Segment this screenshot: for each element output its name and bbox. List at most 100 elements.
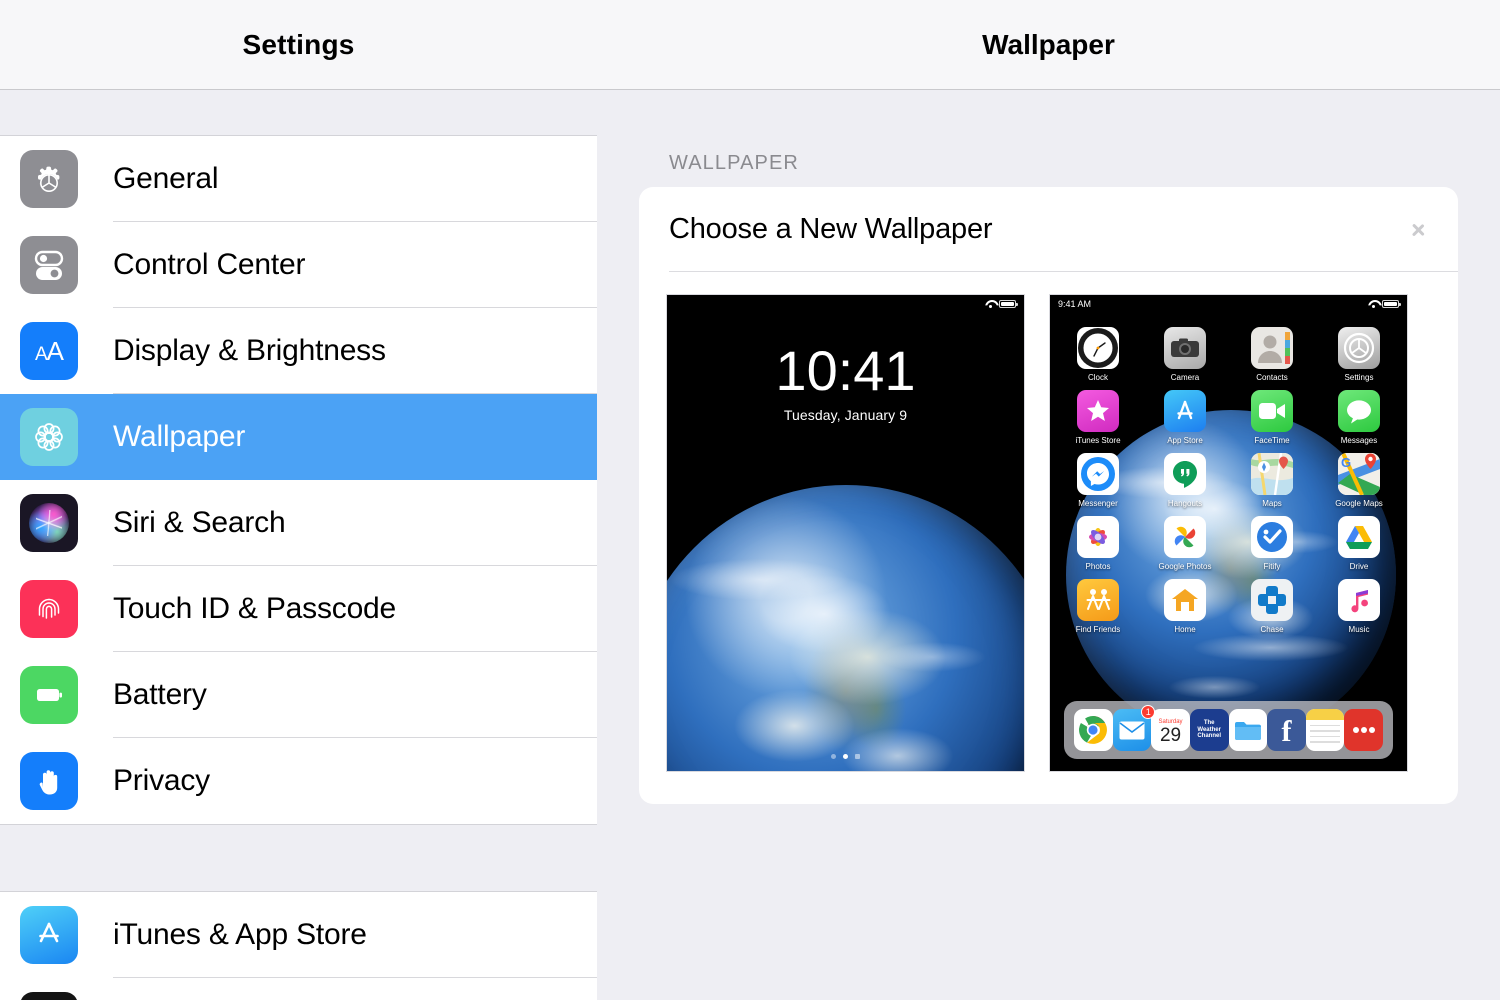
settings-app-icon xyxy=(1338,327,1380,369)
section-header-wallpaper: WALLPAPER xyxy=(669,152,799,174)
battery-icon xyxy=(20,666,78,724)
sidebar-item-label: Privacy xyxy=(113,764,210,797)
page-dot xyxy=(831,754,836,759)
hand-icon xyxy=(20,752,78,810)
chase-app-icon xyxy=(1251,579,1293,621)
wallpaper-card: Choose a New Wallpaper 10:41 Tuesday, Ja… xyxy=(639,187,1458,804)
wc-line2: Weather xyxy=(1197,726,1221,733)
app-settings[interactable]: Settings xyxy=(1325,327,1393,382)
sidebar-item-label: Control Center xyxy=(113,248,306,281)
app-find-friends[interactable]: Find Friends xyxy=(1064,579,1132,634)
dock-app-mail[interactable]: 1 xyxy=(1112,705,1156,751)
find-friends-app-icon xyxy=(1077,579,1119,621)
app-app-store[interactable]: App Store xyxy=(1151,390,1219,445)
sidebar-item-control-center[interactable]: Control Center xyxy=(0,222,597,308)
app-home[interactable]: Home xyxy=(1151,579,1219,634)
app-label: Fitify xyxy=(1263,562,1281,571)
partial-app-icon xyxy=(20,992,78,1000)
sidebar-item-touch-id-passcode[interactable]: Touch ID & Passcode xyxy=(0,566,597,652)
sidebar-item-display-brightness[interactable]: AA Display & Brightness xyxy=(0,308,597,394)
app-label: Clock xyxy=(1087,373,1108,382)
app-music[interactable]: Music xyxy=(1325,579,1393,634)
lock-status-bar xyxy=(667,295,1024,312)
sidebar-item-general[interactable]: General xyxy=(0,136,597,222)
sidebar-group-1: General Control Center AA Display & Brig… xyxy=(0,136,597,824)
fingerprint-icon xyxy=(20,580,78,638)
fitify-app-icon xyxy=(1251,516,1293,558)
messenger-app-icon xyxy=(1077,453,1119,495)
dock-app-chrome[interactable] xyxy=(1074,709,1113,751)
home-dock: 1 Saturday 29 The Weather Channel f xyxy=(1064,701,1393,759)
sidebar-title: Settings xyxy=(242,28,355,60)
sidebar-item-itunes-app-store[interactable]: iTunes & App Store xyxy=(0,892,597,978)
sidebar-item-wallpaper[interactable]: Wallpaper xyxy=(0,394,597,480)
flower-rosette-icon xyxy=(20,408,78,466)
choose-new-wallpaper-row[interactable]: Choose a New Wallpaper xyxy=(639,187,1458,271)
sidebar-item-label: Siri & Search xyxy=(113,506,286,539)
battery-icon xyxy=(1382,299,1401,308)
files-app-icon xyxy=(1228,709,1268,751)
app-drive[interactable]: Drive xyxy=(1325,516,1393,571)
chrome-app-icon xyxy=(1074,709,1113,751)
app-label: Contacts xyxy=(1256,373,1288,382)
app-itunes-store[interactable]: iTunes Store xyxy=(1064,390,1132,445)
dock-app-facebook[interactable]: f xyxy=(1267,709,1306,751)
page-indicator-dots xyxy=(667,754,1024,759)
earth-image xyxy=(667,485,1024,771)
red-dots-app-icon xyxy=(1344,709,1383,751)
dock-app-calendar[interactable]: Saturday 29 xyxy=(1151,709,1190,751)
app-maps[interactable]: Maps xyxy=(1238,453,1306,508)
notes-app-icon xyxy=(1305,709,1345,751)
app-label: Drive xyxy=(1349,562,1369,571)
app-fitify[interactable]: Fitify xyxy=(1238,516,1306,571)
dock-app-notes[interactable] xyxy=(1305,709,1345,751)
page-dot-today xyxy=(855,754,860,759)
app-label: iTunes Store xyxy=(1075,436,1121,445)
siri-orb-icon xyxy=(20,494,78,552)
dock-app-files[interactable] xyxy=(1228,709,1268,751)
app-contacts[interactable]: Contacts xyxy=(1238,327,1306,382)
app-facetime[interactable]: FaceTime xyxy=(1238,390,1306,445)
clock-app-icon xyxy=(1077,327,1119,369)
detail-body: WALLPAPER Choose a New Wallpaper 10:41 T… xyxy=(597,152,1500,804)
sidebar-item-partial[interactable] xyxy=(0,978,597,1000)
app-google-photos[interactable]: Google Photos xyxy=(1151,516,1219,571)
app-photos[interactable]: Photos xyxy=(1064,516,1132,571)
app-label: App Store xyxy=(1167,436,1203,445)
app-label: Chase xyxy=(1260,625,1284,634)
sidebar-item-siri-search[interactable]: Siri & Search xyxy=(0,480,597,566)
app-clock[interactable]: Clock xyxy=(1064,327,1132,382)
sidebar-scroll-area[interactable]: General Control Center AA Display & Brig… xyxy=(0,90,597,1000)
itunes-store-app-icon xyxy=(1077,390,1119,432)
home-status-bar: 9:41 AM xyxy=(1050,295,1407,312)
wallpaper-detail-pane: Wallpaper WALLPAPER Choose a New Wallpap… xyxy=(597,0,1500,1000)
app-messages[interactable]: Messages xyxy=(1325,390,1393,445)
dock-app-weather-channel[interactable]: The Weather Channel xyxy=(1189,709,1229,751)
facetime-app-icon xyxy=(1251,390,1293,432)
app-label: Home xyxy=(1174,625,1196,634)
wc-line1: The xyxy=(1203,719,1215,726)
gear-icon xyxy=(20,150,78,208)
home-screen-preview[interactable]: 9:41 AM Clock Camera Contacts Settings i… xyxy=(1049,294,1408,772)
sidebar-top-spacer xyxy=(0,90,597,136)
sidebar-group-2: iTunes & App Store xyxy=(0,892,597,1000)
app-hangouts[interactable]: Hangouts xyxy=(1151,453,1219,508)
app-google-maps[interactable]: G Google Maps xyxy=(1325,453,1393,508)
page-dot-active xyxy=(843,754,848,759)
hangouts-app-icon xyxy=(1164,453,1206,495)
sidebar-item-privacy[interactable]: Privacy xyxy=(0,738,597,824)
facebook-f-glyph: f xyxy=(1281,715,1292,748)
app-chase[interactable]: Chase xyxy=(1238,579,1306,634)
sidebar-item-battery[interactable]: Battery xyxy=(0,652,597,738)
messages-app-icon xyxy=(1338,390,1380,432)
google-photos-app-icon xyxy=(1164,516,1206,558)
svg-text:G: G xyxy=(1341,455,1351,470)
maps-app-icon xyxy=(1251,453,1293,495)
app-camera[interactable]: Camera xyxy=(1151,327,1219,382)
app-label: Music xyxy=(1348,625,1370,634)
ipad-settings-screen: Settings General Control Center AA Displ… xyxy=(0,0,1500,1000)
lock-screen-preview[interactable]: 10:41 Tuesday, January 9 xyxy=(666,294,1025,772)
dock-app-red-dots[interactable] xyxy=(1344,709,1383,751)
app-messenger[interactable]: Messenger xyxy=(1064,453,1132,508)
lock-date: Tuesday, January 9 xyxy=(783,407,908,423)
